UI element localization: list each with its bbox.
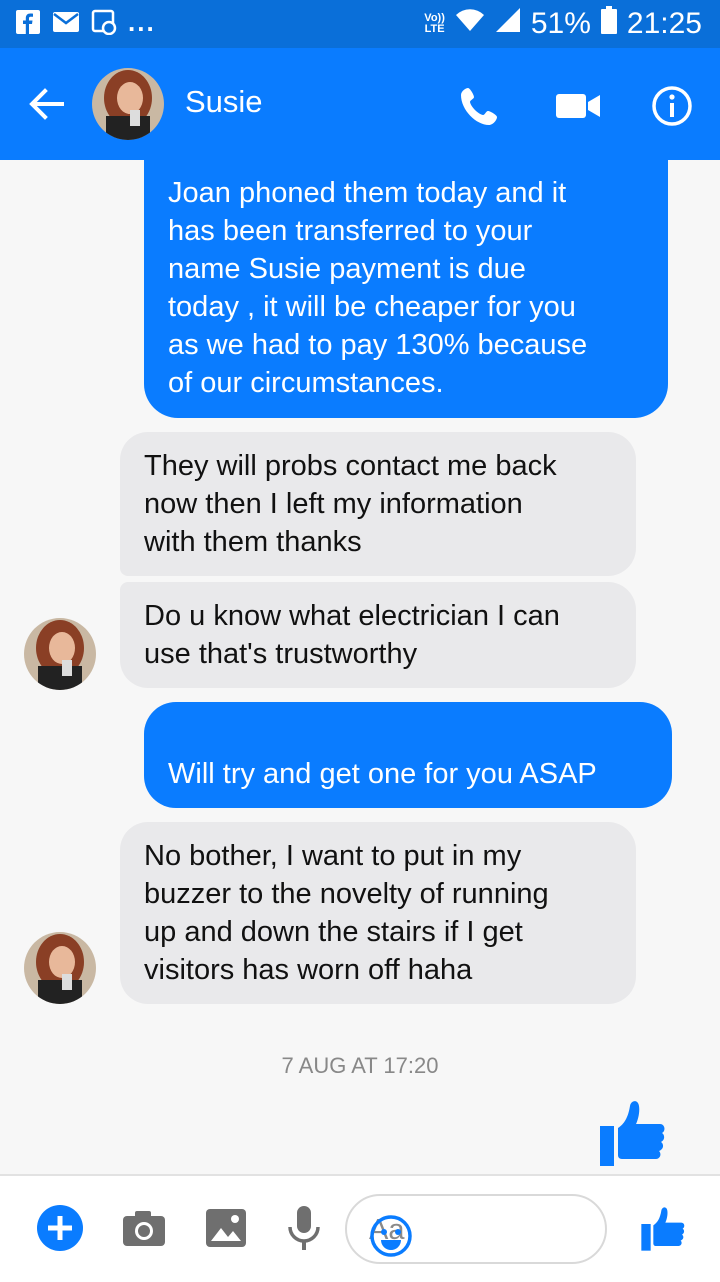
- outgoing-message[interactable]: Will try and get one for you ASAP 👍: [144, 702, 672, 865]
- wifi-icon: [455, 7, 485, 41]
- image-icon[interactable]: [203, 1204, 251, 1252]
- status-indicators: Vo)) LTE 51% 21:25: [424, 6, 702, 42]
- avatar[interactable]: [24, 618, 96, 690]
- camera-icon[interactable]: [120, 1204, 168, 1252]
- notification-icons: ...: [14, 8, 156, 36]
- timestamp: 7 AUG AT 17:20: [281, 1053, 439, 1078]
- gallery-icon: [90, 8, 118, 36]
- back-arrow-icon[interactable]: [26, 84, 66, 124]
- incoming-message[interactable]: No bother, I want to put in my buzzer to…: [120, 822, 636, 1004]
- status-bar: ... Vo)) LTE 51% 21:25: [0, 0, 720, 48]
- message-text: Will try and get one for you ASAP: [168, 758, 597, 790]
- plus-icon[interactable]: [36, 1204, 84, 1252]
- microphone-icon[interactable]: [280, 1204, 328, 1252]
- incoming-message[interactable]: Do u know what electrician I can use tha…: [120, 582, 636, 688]
- emoji-icon[interactable]: [369, 1214, 413, 1258]
- mail-icon: [52, 8, 80, 36]
- conversation-header: Susie: [0, 48, 720, 160]
- avatar[interactable]: [24, 932, 96, 1004]
- battery-percentage: 51%: [530, 7, 591, 40]
- video-camera-icon[interactable]: [554, 84, 604, 128]
- info-icon[interactable]: [650, 84, 694, 128]
- outgoing-message[interactable]: Joan phoned them today and it has been t…: [144, 160, 668, 418]
- contact-name[interactable]: Susie: [185, 84, 263, 120]
- thumbs-up-icon[interactable]: [640, 1204, 688, 1252]
- composer-bar: Aa: [0, 1174, 720, 1282]
- facebook-icon: [14, 8, 42, 36]
- incoming-message[interactable]: They will probs contact me back now then…: [120, 432, 636, 576]
- message-input[interactable]: Aa: [345, 1194, 607, 1264]
- thumbs-up-icon[interactable]: [598, 1096, 670, 1168]
- battery-icon: [600, 6, 617, 42]
- signal-icon: [495, 7, 521, 41]
- phone-icon[interactable]: [458, 84, 502, 128]
- volte-icon: Vo)) LTE: [424, 12, 445, 35]
- clock: 21:25: [626, 7, 702, 40]
- more-dots: ...: [128, 7, 156, 37]
- avatar[interactable]: [92, 68, 164, 140]
